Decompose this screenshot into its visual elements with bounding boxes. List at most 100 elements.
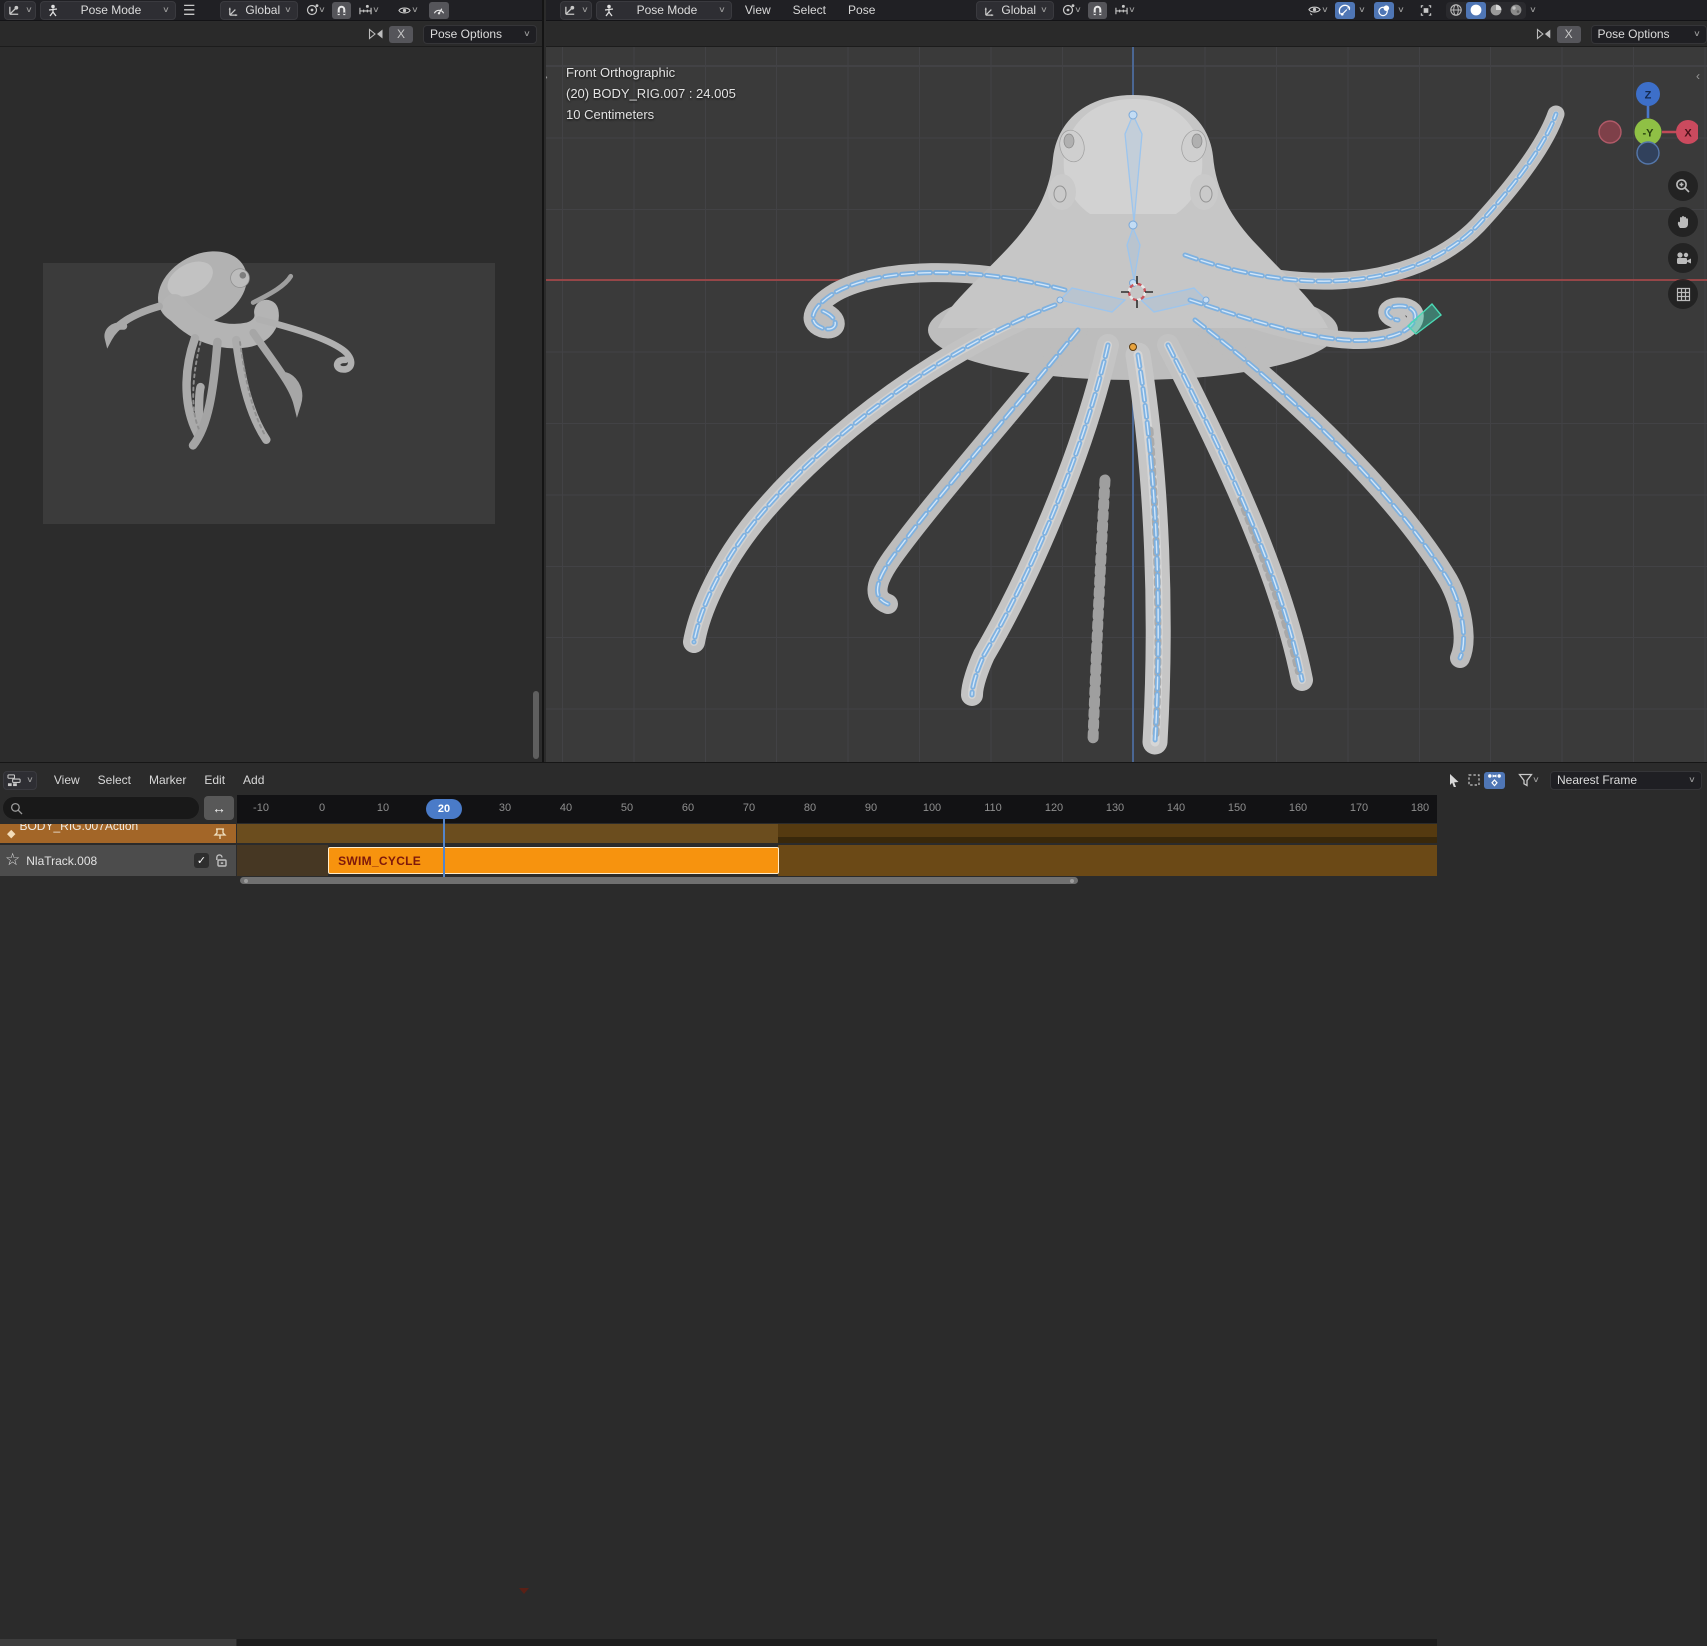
mirror-x-button[interactable]: X	[389, 26, 413, 43]
pivot-icon	[1061, 3, 1075, 17]
mode-dropdown[interactable]: Pose Mode ∨	[40, 1, 176, 20]
viewport-right-canvas[interactable]: ‹› ‹	[546, 47, 1707, 762]
nla-header: ∨ View Select Marker Edit Add ∨ Nearest …	[0, 765, 1707, 795]
pan-button[interactable]	[1668, 207, 1698, 237]
menu-select[interactable]: Select	[89, 773, 140, 787]
pose-options-label: Pose Options	[1598, 27, 1670, 41]
shading-material-button[interactable]	[1486, 2, 1506, 19]
orientation-axes-icon	[983, 4, 996, 17]
orientation-label: Global	[245, 3, 280, 17]
chevron-down-icon[interactable]: ∨	[1397, 6, 1405, 14]
chevron-down-icon: ∨	[1321, 6, 1329, 14]
track-row-nlatrack[interactable]: ☆ NlaTrack.008 ✓	[0, 845, 236, 876]
gizmo-dial-icon	[1338, 4, 1352, 17]
nla-strip-swim-cycle[interactable]: SWIM_CYCLE	[328, 847, 779, 874]
chevron-down-icon[interactable]: ∨	[1529, 6, 1537, 14]
track-row-action-channel[interactable]: ◆ BODY_RIG.007Action	[0, 824, 236, 843]
zoom-to-fit-button[interactable]: ↔	[204, 796, 234, 820]
x-mirror-icon[interactable]	[368, 27, 384, 41]
editor-type-button[interactable]: ∨	[3, 771, 37, 790]
mode-label: Pose Mode	[637, 3, 698, 17]
menu-view[interactable]: View	[45, 773, 89, 787]
xray-toggle[interactable]	[1416, 2, 1436, 19]
toggle-ortho-button[interactable]	[1668, 279, 1698, 309]
material-sphere-icon	[1489, 3, 1503, 17]
transform-orientation-dropdown[interactable]: Global ∨	[220, 1, 298, 20]
nla-track-bg-right[interactable]	[778, 845, 1437, 876]
navigation-gizmo-negz[interactable]	[1598, 139, 1698, 171]
shading-rendered-button[interactable]	[1506, 2, 1526, 19]
channel-search-input[interactable]	[2, 796, 200, 820]
editor-type-button[interactable]: ∨	[4, 1, 36, 20]
action-channel-strip-bg-right[interactable]	[778, 824, 1437, 843]
pose-options-dropdown[interactable]: Pose Options ∨	[423, 25, 537, 44]
pose-options-label: Pose Options	[430, 27, 502, 41]
menu-edit[interactable]: Edit	[195, 773, 234, 787]
show-overlays-toggle[interactable]	[1374, 2, 1394, 19]
gizmos-toggle[interactable]	[429, 2, 449, 19]
solo-star-icon[interactable]: ☆	[5, 850, 20, 870]
object-visibility-dropdown[interactable]: ∨	[394, 2, 421, 19]
ruler-tick: 30	[499, 802, 511, 814]
proportional-edit-dropdown[interactable]: ∨	[1111, 2, 1138, 19]
pose-options-dropdown[interactable]: Pose Options ∨	[1591, 25, 1707, 44]
menu-add[interactable]: Add	[234, 773, 273, 787]
active-object-info: (20) BODY_RIG.007 : 24.005	[566, 83, 736, 104]
orientation-label: Global	[1001, 3, 1036, 17]
magnet-icon	[335, 4, 348, 17]
chevron-down-icon: ∨	[25, 6, 33, 14]
object-visibility-dropdown[interactable]: ∨	[1304, 2, 1331, 19]
viewport-left-scrollbar[interactable]	[533, 691, 539, 759]
timeline-ruler[interactable]: -100103040506070809010011012013014015016…	[237, 795, 1437, 823]
playhead[interactable]	[443, 819, 445, 877]
viewport-left-canvas[interactable]	[0, 47, 542, 762]
chevron-down-icon: ∨	[1040, 6, 1048, 14]
snap-toggle[interactable]	[1088, 2, 1107, 19]
shading-wireframe-button[interactable]	[1446, 2, 1466, 19]
mode-label: Pose Mode	[81, 3, 142, 17]
octopus-preview-render	[0, 47, 542, 762]
snap-toggle[interactable]	[332, 2, 351, 19]
chevron-down-icon: ∨	[162, 6, 170, 14]
show-gizmo-toggle[interactable]	[1335, 2, 1355, 19]
mode-dropdown[interactable]: Pose Mode ∨	[596, 1, 732, 20]
scrollbar-handle-left[interactable]	[244, 879, 248, 883]
ruler-tick: 10	[377, 802, 389, 814]
nla-editor-icon	[7, 773, 22, 787]
nla-track-bg-left[interactable]	[237, 845, 328, 876]
x-mirror-icon[interactable]	[1536, 27, 1552, 41]
pivot-point-dropdown[interactable]: ∨	[1058, 2, 1084, 19]
proportional-edit-dropdown[interactable]: ∨	[355, 2, 382, 19]
pin-icon[interactable]	[212, 827, 228, 840]
ruler-tick: 170	[1350, 802, 1368, 814]
viewport-left-tool-settings: X Pose Options ∨	[0, 22, 542, 47]
scrollbar-handle-right[interactable]	[1070, 879, 1074, 883]
track-mute-checkbox[interactable]: ✓	[194, 853, 209, 868]
box-select-tool-button[interactable]	[1464, 772, 1484, 789]
chevron-down-icon: ∨	[26, 776, 34, 784]
menu-marker[interactable]: Marker	[140, 773, 195, 787]
viewport-right-header: ∨ Pose Mode ∨ View Select Pose Global ∨ …	[546, 0, 1707, 21]
chevron-down-icon[interactable]: ∨	[1358, 6, 1366, 14]
menu-pose[interactable]: Pose	[839, 3, 884, 17]
transform-orientation-dropdown[interactable]: Global ∨	[976, 1, 1054, 20]
snap-mode-dropdown[interactable]: Nearest Frame ∨	[1550, 771, 1702, 790]
current-frame-indicator[interactable]: 20	[426, 799, 462, 819]
camera-view-button[interactable]	[1668, 243, 1698, 273]
shading-solid-button[interactable]	[1466, 2, 1486, 19]
action-channel-strip-bg[interactable]	[237, 824, 778, 843]
pivot-point-dropdown[interactable]: ∨	[302, 2, 328, 19]
menu-select[interactable]: Select	[784, 3, 835, 17]
hamburger-menu-icon[interactable]: ☰	[180, 2, 199, 19]
filter-dropdown[interactable]: ∨	[1515, 772, 1542, 789]
markers-sync-toggle[interactable]	[1484, 772, 1505, 789]
mirror-x-button[interactable]: X	[1557, 26, 1581, 43]
viewport-right: ∨ Pose Mode ∨ View Select Pose Global ∨ …	[546, 0, 1707, 762]
tweak-tool-button[interactable]	[1444, 772, 1464, 789]
scrollbar-track[interactable]	[237, 1639, 1437, 1646]
unlock-icon[interactable]	[214, 853, 229, 868]
menu-view[interactable]: View	[736, 3, 780, 17]
editor-type-button[interactable]: ∨	[560, 1, 592, 20]
ruler-tick: 110	[984, 802, 1002, 814]
zoom-button[interactable]	[1668, 171, 1698, 201]
